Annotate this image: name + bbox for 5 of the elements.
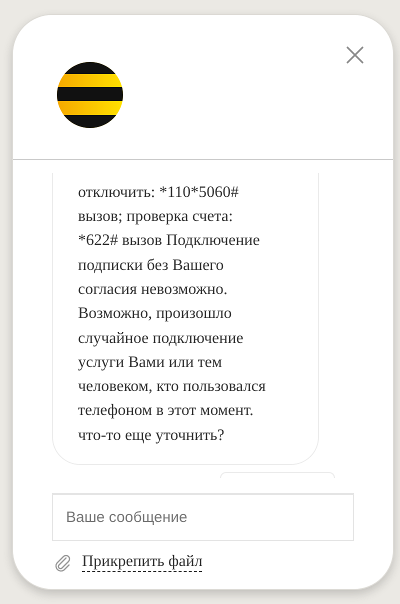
paperclip-icon xyxy=(54,554,72,572)
close-icon xyxy=(345,45,365,65)
message-input[interactable]: Ваше сообщение xyxy=(52,493,354,541)
attach-file-link[interactable]: Прикрепить файл xyxy=(82,553,202,572)
message-text: отключить: *110*5060# вызов; проверка счета: *622# вызов Подключение подписки без Вашего согласия невозможно. Возможно, произошло случайное подключение услуги Вами или тем человеком, кто пользовался телефоном в этот момент. что-то еще уточнить? xyxy=(78,182,267,446)
